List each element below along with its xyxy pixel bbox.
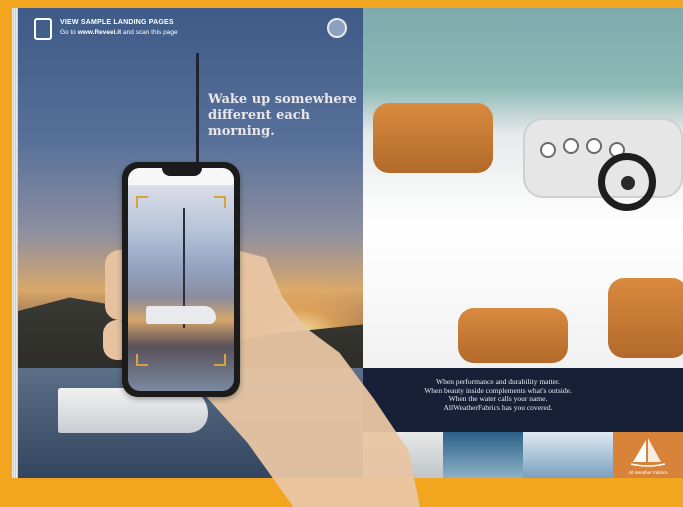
thumbnail-photo	[523, 432, 613, 478]
orange-seat	[608, 278, 683, 358]
phone-notch	[162, 168, 202, 176]
scan-corner	[136, 354, 148, 366]
headline: Wake up somewhere different each morning…	[208, 92, 357, 139]
caption: When performance and durability matter. …	[424, 377, 572, 412]
thumbnail-photo	[443, 432, 523, 478]
sail-logo-icon	[630, 438, 666, 467]
smartphone	[122, 162, 240, 397]
scan-corner	[214, 196, 226, 208]
scan-url[interactable]: www.Reveel.it	[78, 29, 121, 36]
scan-corner	[136, 196, 148, 208]
orange-seat	[458, 308, 568, 363]
scan-frame	[136, 196, 226, 366]
scan-instruction: VIEW SAMPLE LANDING PAGES Go to www.Reve…	[34, 18, 178, 40]
scan-subtitle: Go to www.Reveel.it and scan this page	[60, 29, 178, 36]
phone-scan-icon	[34, 18, 52, 40]
brand-name: All Weather Fabrics	[628, 470, 668, 475]
seal-badge-icon	[327, 18, 347, 38]
scan-corner	[214, 354, 226, 366]
right-page: When performance and durability matter. …	[363, 8, 683, 478]
boat-interior-photo	[363, 8, 683, 368]
gauge-icon	[563, 138, 579, 154]
orange-seat	[373, 103, 493, 173]
scan-title: VIEW SAMPLE LANDING PAGES	[60, 19, 174, 26]
gauge-icon	[540, 142, 556, 158]
brand-tile: All Weather Fabrics	[613, 432, 683, 478]
phone-screen	[128, 168, 234, 391]
steering-wheel-hub	[621, 176, 635, 190]
gauge-icon	[586, 138, 602, 154]
